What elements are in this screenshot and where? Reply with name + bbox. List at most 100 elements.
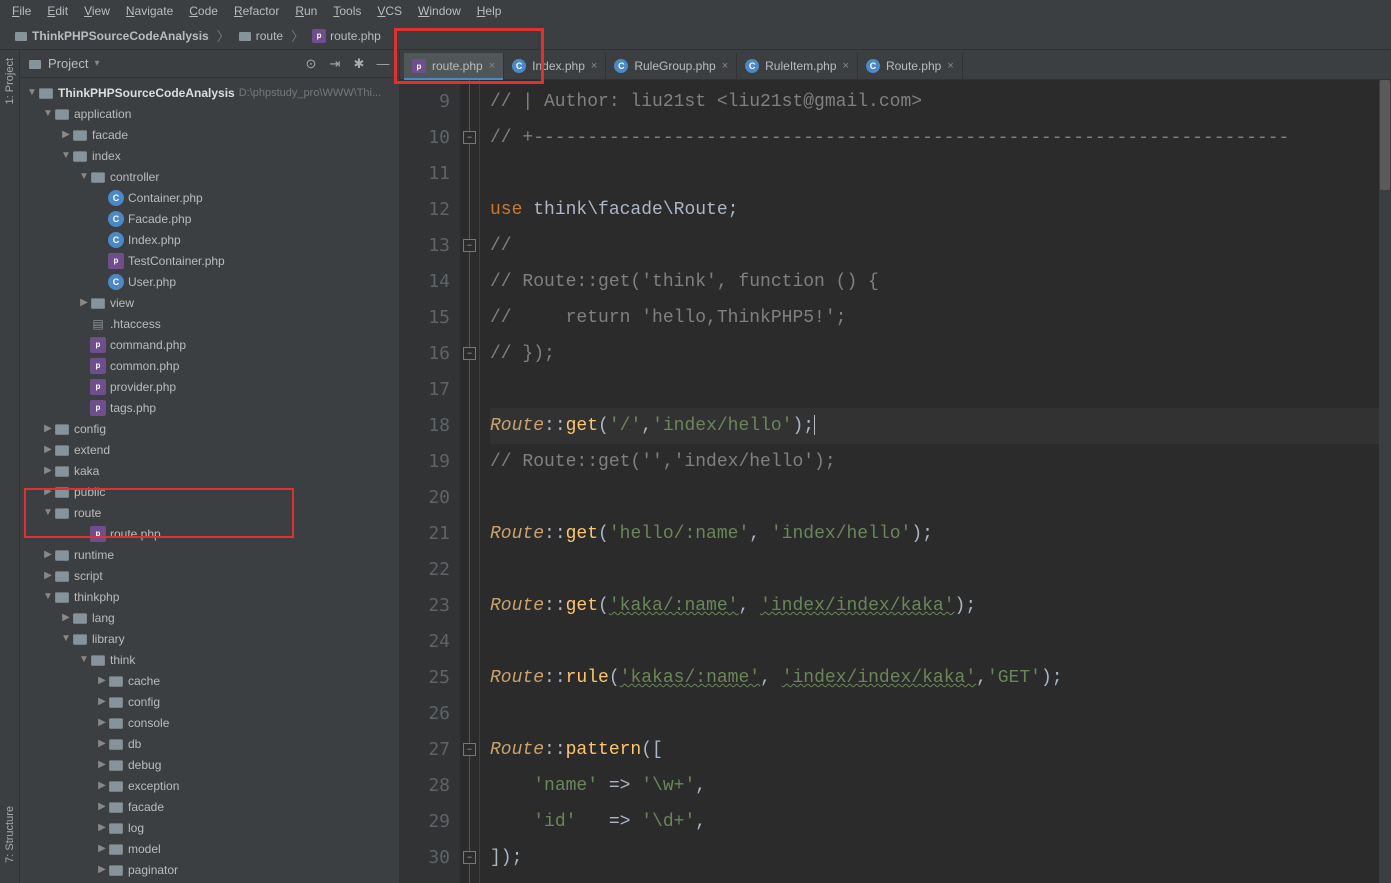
menu-run[interactable]: Run	[287, 2, 325, 20]
tree-item-facade[interactable]: ▶facade	[20, 124, 399, 145]
tree-item-cache[interactable]: ▶cache	[20, 670, 399, 691]
tree-item-runtime[interactable]: ▶runtime	[20, 544, 399, 565]
project-view-selector[interactable]: Project	[48, 56, 88, 71]
tree-item-script[interactable]: ▶script	[20, 565, 399, 586]
tree-item-htaccess[interactable]: ▤.htaccess	[20, 313, 399, 334]
tree-item-testcontainer_php[interactable]: pTestContainer.php	[20, 250, 399, 271]
tree-item-user_php[interactable]: CUser.php	[20, 271, 399, 292]
fold-toggle[interactable]: −	[463, 239, 476, 252]
gear-icon[interactable]: ✱	[351, 56, 367, 72]
line-number[interactable]: 12	[400, 192, 450, 228]
code-line[interactable]: Route::rule('kakas/:name', 'index/index/…	[490, 660, 1391, 696]
menu-tools[interactable]: Tools	[325, 2, 369, 20]
tree-item-config[interactable]: ▶config	[20, 418, 399, 439]
line-number[interactable]: 29	[400, 804, 450, 840]
code-line[interactable]: ]);	[490, 840, 1391, 876]
tree-item-index_php[interactable]: CIndex.php	[20, 229, 399, 250]
tree-item-extend[interactable]: ▶extend	[20, 439, 399, 460]
line-number[interactable]: 9	[400, 84, 450, 120]
code-area[interactable]: // | Author: liu21st <liu21st@gmail.com>…	[480, 80, 1391, 883]
code-line[interactable]: Route::get('/','index/hello');	[490, 408, 1391, 444]
tab-ruleitem-php[interactable]: CRuleItem.php×	[737, 53, 858, 79]
tree-item-facade2[interactable]: ▶facade	[20, 796, 399, 817]
vertical-scrollbar[interactable]	[1379, 80, 1391, 883]
code-line[interactable]	[490, 480, 1391, 516]
tree-item-debug[interactable]: ▶debug	[20, 754, 399, 775]
tree-item-config2[interactable]: ▶config	[20, 691, 399, 712]
code-line[interactable]: // +------------------------------------…	[490, 120, 1391, 156]
tab-route-php[interactable]: CRoute.php×	[858, 53, 963, 79]
tree-item-index[interactable]: ▼index	[20, 145, 399, 166]
line-number[interactable]: 14	[400, 264, 450, 300]
menu-vcs[interactable]: VCS	[369, 2, 410, 20]
code-line[interactable]: // | Author: liu21st <liu21st@gmail.com>	[490, 84, 1391, 120]
fold-toggle[interactable]: −	[463, 743, 476, 756]
menu-window[interactable]: Window	[410, 2, 469, 20]
code-line[interactable]	[490, 696, 1391, 732]
tree-item-application[interactable]: ▼application	[20, 103, 399, 124]
line-number[interactable]: 10	[400, 120, 450, 156]
breadcrumb-folder[interactable]: route	[232, 27, 289, 45]
close-icon[interactable]: ×	[947, 60, 953, 72]
code-line[interactable]: 'id' => '\d+',	[490, 804, 1391, 840]
line-number[interactable]: 15	[400, 300, 450, 336]
code-line[interactable]: Route::get('kaka/:name', 'index/index/ka…	[490, 588, 1391, 624]
tab-rulegroup-php[interactable]: CRuleGroup.php×	[606, 53, 737, 79]
line-number[interactable]: 25	[400, 660, 450, 696]
project-tool-button[interactable]: 1: Project	[4, 58, 16, 104]
tree-item-provider_php[interactable]: pprovider.php	[20, 376, 399, 397]
locate-icon[interactable]: ⊙	[303, 56, 319, 72]
tree-item-library[interactable]: ▼library	[20, 628, 399, 649]
structure-tool-button[interactable]: 7: Structure	[4, 806, 16, 863]
line-number[interactable]: 28	[400, 768, 450, 804]
menu-help[interactable]: Help	[469, 2, 510, 20]
line-number[interactable]: 17	[400, 372, 450, 408]
tree-item-db[interactable]: ▶db	[20, 733, 399, 754]
line-number[interactable]: 24	[400, 624, 450, 660]
tree-item-kaka[interactable]: ▶kaka	[20, 460, 399, 481]
tree-item-console[interactable]: ▶console	[20, 712, 399, 733]
line-number[interactable]: 11	[400, 156, 450, 192]
code-line[interactable]	[490, 624, 1391, 660]
line-number[interactable]: 27	[400, 732, 450, 768]
code-line[interactable]: use think\facade\Route;	[490, 192, 1391, 228]
tree-item-lang[interactable]: ▶lang	[20, 607, 399, 628]
fold-toggle[interactable]: −	[463, 347, 476, 360]
fold-gutter[interactable]: −−−−−	[460, 80, 480, 883]
tree-root[interactable]: ▼ThinkPHPSourceCodeAnalysisD:\phpstudy_p…	[20, 82, 399, 103]
tree-item-thinkphp[interactable]: ▼thinkphp	[20, 586, 399, 607]
line-number[interactable]: 30	[400, 840, 450, 876]
code-line[interactable]: // });	[490, 336, 1391, 372]
collapse-all-icon[interactable]: ⇥	[327, 56, 343, 72]
code-line[interactable]: 'name' => '\w+',	[490, 768, 1391, 804]
breadcrumb-project[interactable]: ThinkPHPSourceCodeAnalysis	[8, 27, 215, 45]
code-line[interactable]: //	[490, 228, 1391, 264]
line-number[interactable]: 20	[400, 480, 450, 516]
tree-item-command_php[interactable]: pcommand.php	[20, 334, 399, 355]
tree-item-route_php[interactable]: proute.php	[20, 523, 399, 544]
tree-item-tags_php[interactable]: ptags.php	[20, 397, 399, 418]
line-number[interactable]: 22	[400, 552, 450, 588]
code-line[interactable]	[490, 552, 1391, 588]
code-line[interactable]	[490, 372, 1391, 408]
menu-file[interactable]: File	[4, 2, 39, 20]
close-icon[interactable]: ×	[722, 60, 728, 72]
tree-item-facade_php[interactable]: CFacade.php	[20, 208, 399, 229]
line-gutter[interactable]: 9101112131415161718192021222324252627282…	[400, 80, 460, 883]
line-number[interactable]: 13	[400, 228, 450, 264]
project-tree[interactable]: ▼ThinkPHPSourceCodeAnalysisD:\phpstudy_p…	[20, 78, 399, 883]
code-line[interactable]	[490, 156, 1391, 192]
line-number[interactable]: 26	[400, 696, 450, 732]
code-line[interactable]: // return 'hello,ThinkPHP5!';	[490, 300, 1391, 336]
tab-route-php[interactable]: proute.php×	[404, 53, 504, 79]
tree-item-paginator[interactable]: ▶paginator	[20, 859, 399, 880]
menu-code[interactable]: Code	[181, 2, 226, 20]
tree-item-container_php[interactable]: CContainer.php	[20, 187, 399, 208]
menu-edit[interactable]: Edit	[39, 2, 76, 20]
tree-item-log[interactable]: ▶log	[20, 817, 399, 838]
tree-item-public[interactable]: ▶public	[20, 481, 399, 502]
hide-icon[interactable]: —	[375, 56, 391, 72]
fold-toggle[interactable]: −	[463, 851, 476, 864]
tree-item-controller[interactable]: ▼controller	[20, 166, 399, 187]
line-number[interactable]: 16	[400, 336, 450, 372]
